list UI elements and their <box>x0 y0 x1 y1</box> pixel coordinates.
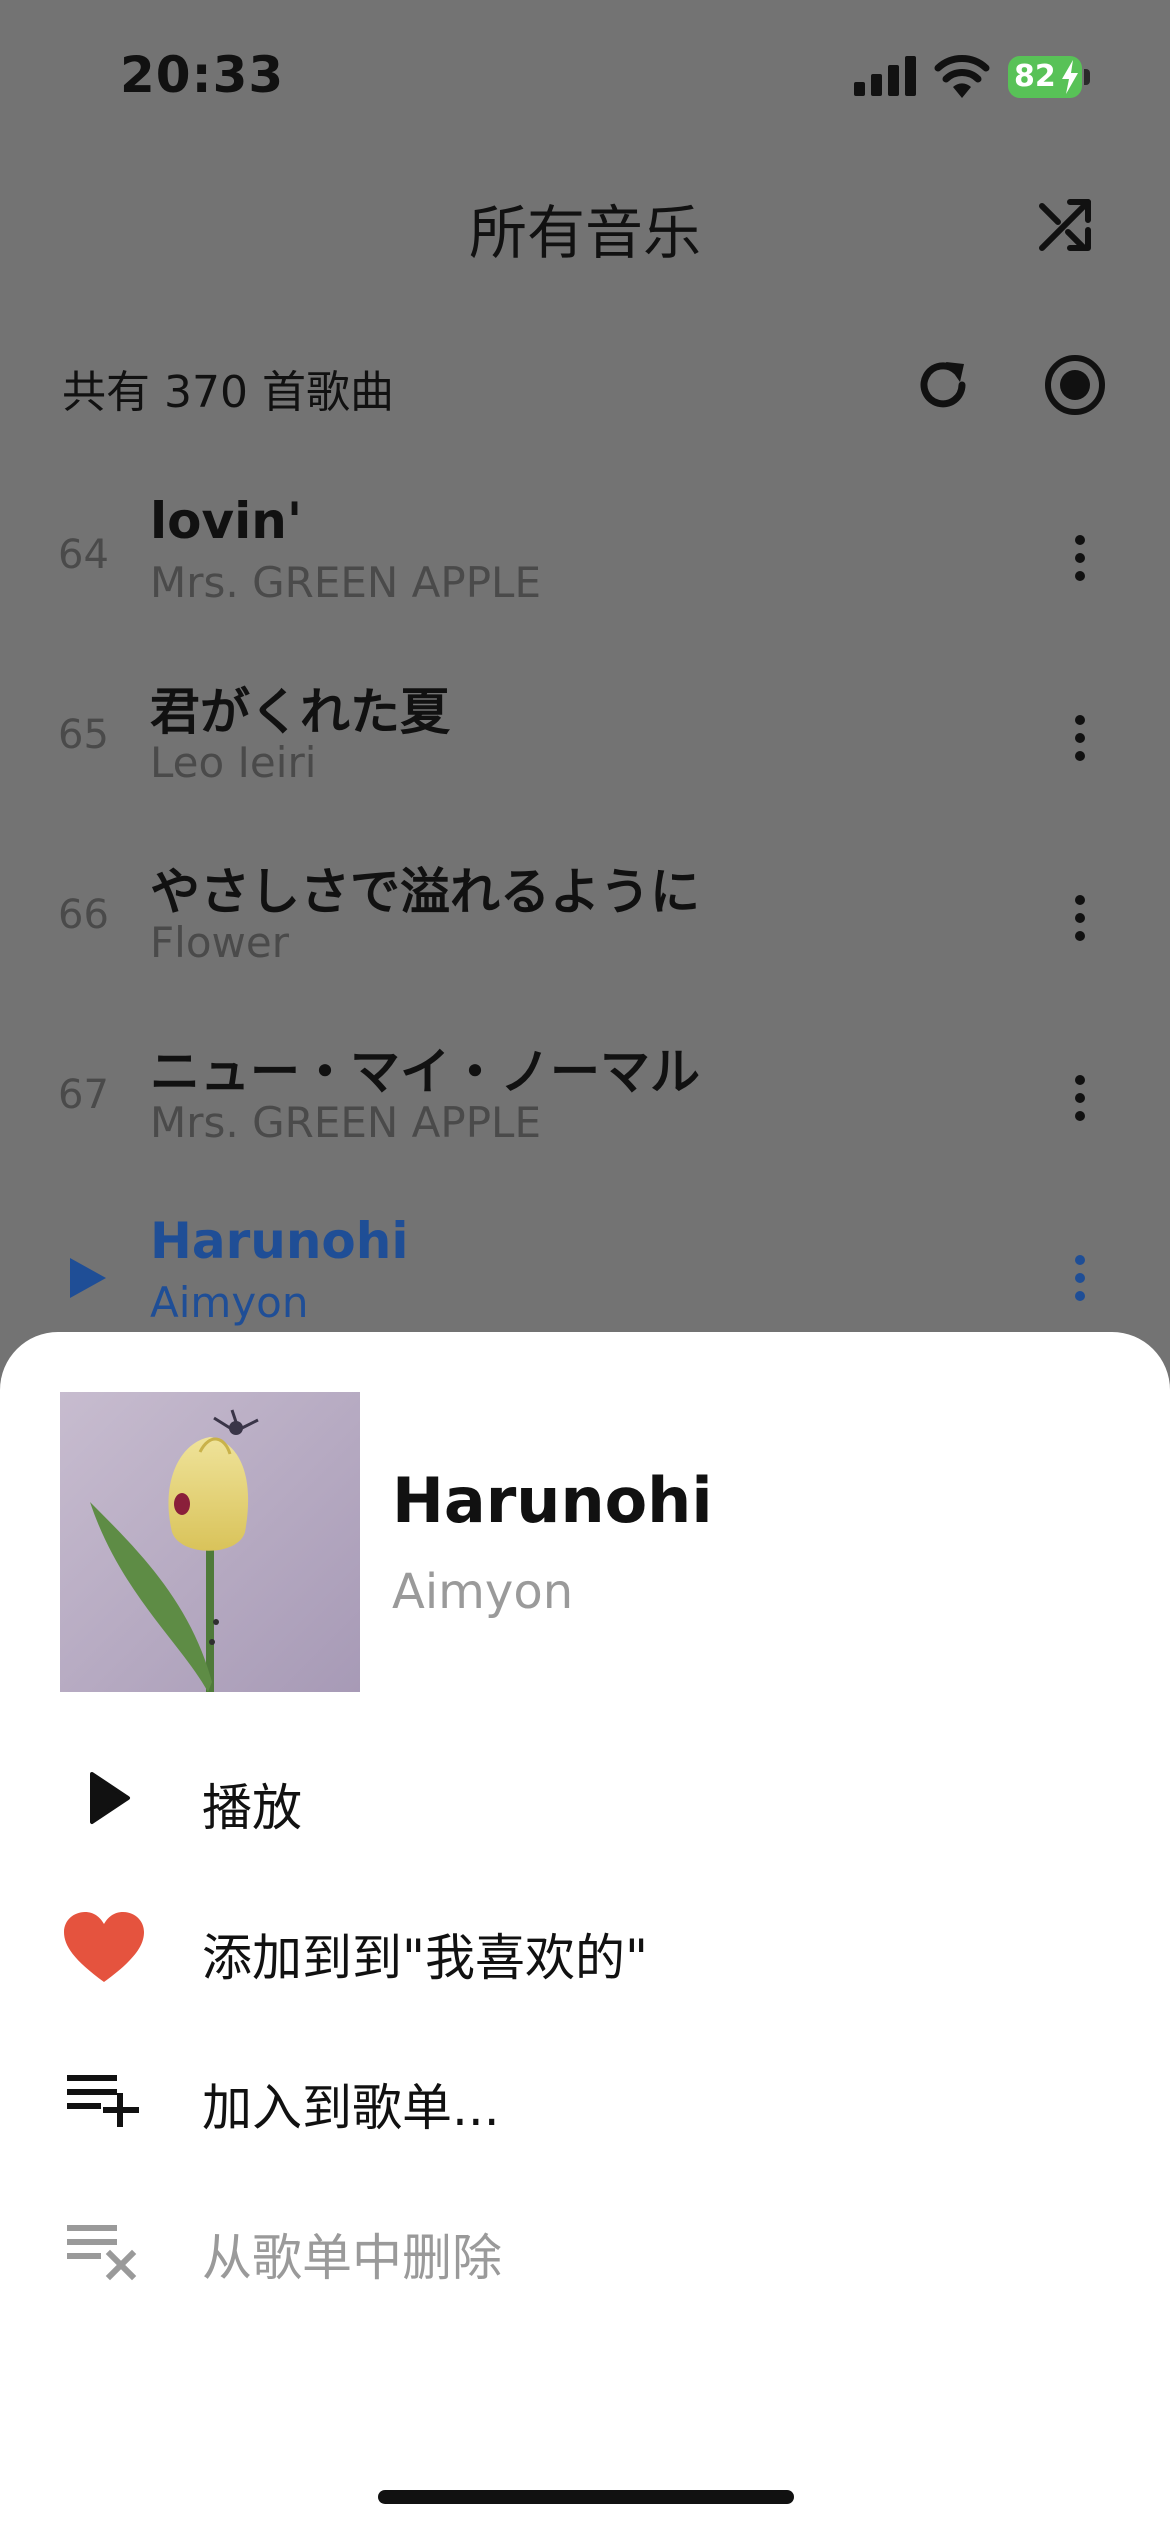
add-to-playlist-label: 加入到歌单... <box>202 2079 500 2137</box>
page-title: 所有音乐 <box>468 199 701 267</box>
song-artist: Leo Ieiri <box>150 738 317 787</box>
song-title: lovin' <box>150 492 303 550</box>
remove-from-playlist-action[interactable]: 从歌单中删除 <box>0 2186 1170 2306</box>
play-action[interactable]: 播放 <box>0 1736 1170 1856</box>
song-row[interactable]: 67 ニュー・マイ・ノーマル Mrs. GREEN APPLE <box>0 1024 1170 1204</box>
song-artist: Flower <box>150 918 289 967</box>
add-to-favorites-label: 添加到到"我喜欢的" <box>202 1929 648 1987</box>
add-to-favorites-action[interactable]: 添加到到"我喜欢的" <box>0 1886 1170 2006</box>
refresh-icon[interactable] <box>912 354 974 416</box>
song-options-sheet: Harunohi Aimyon 播放 添加到到"我喜欢的" 加入到歌单... 从… <box>0 1332 1170 2532</box>
song-title: ニュー・マイ・ノーマル <box>150 1043 700 1101</box>
battery-level: 82 <box>1014 59 1056 94</box>
song-artist: Mrs. GREEN APPLE <box>150 558 541 607</box>
playlist-add-icon <box>67 2075 139 2127</box>
more-options-icon[interactable] <box>1064 530 1096 586</box>
more-options-icon[interactable] <box>1064 1250 1096 1306</box>
playlist-remove-icon <box>67 2225 137 2281</box>
play-icon <box>90 1772 130 1824</box>
charging-bolt-icon <box>1062 60 1078 94</box>
play-label: 播放 <box>202 1779 302 1837</box>
now-playing-icon <box>70 1258 106 1298</box>
more-options-icon[interactable] <box>1064 1070 1096 1126</box>
wifi-icon <box>934 55 990 98</box>
shuffle-icon[interactable] <box>1036 196 1094 254</box>
add-to-playlist-action[interactable]: 加入到歌单... <box>0 2036 1170 2156</box>
song-artist: Mrs. GREEN APPLE <box>150 1098 541 1147</box>
sheet-song-artist: Aimyon <box>392 1564 574 1620</box>
status-time: 20:33 <box>120 46 285 104</box>
battery-indicator: 82 <box>1008 56 1090 98</box>
heart-icon <box>64 1912 144 1982</box>
home-indicator[interactable] <box>378 2490 794 2504</box>
sheet-song-title: Harunohi <box>392 1464 713 1537</box>
song-index: 66 <box>58 892 109 938</box>
album-art <box>60 1392 360 1692</box>
song-index: 67 <box>58 1072 109 1118</box>
more-options-icon[interactable] <box>1064 890 1096 946</box>
song-title: やさしさで溢れるように <box>150 863 700 921</box>
song-row[interactable]: 64 lovin' Mrs. GREEN APPLE <box>0 484 1170 664</box>
remove-from-playlist-label: 从歌单中删除 <box>202 2229 502 2287</box>
song-row[interactable]: 66 やさしさで溢れるように Flower <box>0 844 1170 1024</box>
more-options-icon[interactable] <box>1064 710 1096 766</box>
signal-icon <box>854 56 916 96</box>
song-index: 65 <box>58 712 109 758</box>
song-title: Harunohi <box>150 1212 409 1270</box>
song-artist: Aimyon <box>150 1278 309 1327</box>
song-title: 君がくれた夏 <box>150 683 450 741</box>
locate-current-icon[interactable] <box>1042 352 1108 418</box>
battery-tip <box>1084 69 1090 85</box>
song-row[interactable]: 65 君がくれた夏 Leo Ieiri <box>0 664 1170 844</box>
song-index: 64 <box>58 532 109 578</box>
status-bar: 20:33 82 <box>0 0 1170 150</box>
song-count: 共有 370 首歌曲 <box>62 367 394 418</box>
